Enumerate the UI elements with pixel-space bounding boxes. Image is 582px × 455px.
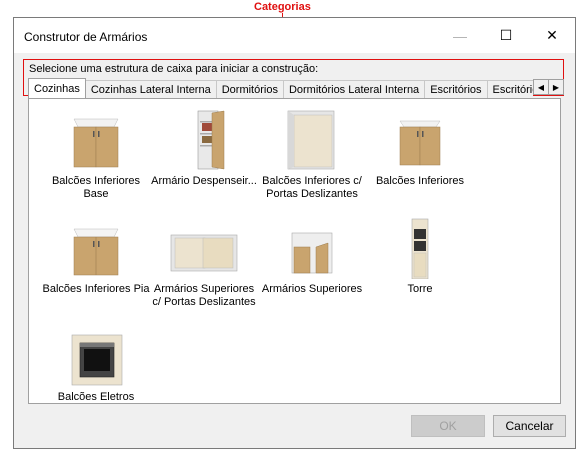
window-title: Construtor de Armários [24,30,148,44]
gallery-item-balcoes-inferiores[interactable]: Balcões Inferiores [365,109,475,188]
gallery-item-torre[interactable]: Torre [365,217,475,296]
item-label: Balcões Eletros [57,391,135,403]
upper-cabinet-icon [282,217,342,279]
item-label: Armário Despenseir... [151,175,257,187]
gallery-item-balcoes-inferiores-portas-deslizantes[interactable]: Balcões Inferiores c/ Portas Deslizantes [257,109,367,201]
sliding-door-cabinet-icon [282,109,342,171]
appliance-cabinet-icon [66,325,126,387]
close-button[interactable]: ✕ [529,18,575,53]
pantry-cabinet-icon [174,109,234,171]
lower-cabinet-icon [390,109,450,171]
item-label: Balcões Inferiores c/ Portas Deslizantes [262,175,362,200]
title-bar: Construtor de Armários — ☐ ✕ [14,18,575,53]
gallery-item-balcoes-eletros[interactable]: Balcões Eletros [41,325,151,404]
tab-cozinhas-lateral-interna[interactable]: Cozinhas Lateral Interna [84,80,217,98]
minimize-button[interactable]: — [437,18,483,53]
tab-dormitorios-lateral-interna[interactable]: Dormitórios Lateral Interna [282,80,426,98]
base-cabinet-icon [66,109,126,171]
item-label: Armários Superiores [261,283,363,295]
ok-button[interactable]: OK [411,415,485,437]
item-label: Balcões Inferiores [375,175,465,187]
tab-dormitorios[interactable]: Dormitórios [215,80,284,98]
cancel-button[interactable]: Cancelar [493,415,566,437]
item-label: Balcões Inferiores Pia [42,283,150,295]
cabinet-builder-dialog: Construtor de Armários — ☐ ✕ Selecione u… [13,17,576,449]
gallery-item-armarios-superiores[interactable]: Armários Superiores [257,217,367,296]
tab-escritorios[interactable]: Escritórios [424,80,488,98]
tab-cozinhas[interactable]: Cozinhas [28,78,86,98]
tab-scroll-buttons: ◀ ▶ [533,79,564,95]
upper-sliding-cabinet-icon [169,217,239,279]
item-label: Torre [407,283,433,295]
gallery-item-balcoes-inferiores-base[interactable]: Balcões Inferiores Base [41,109,151,201]
cabinet-gallery: Balcões Inferiores Base Armário Despense… [28,98,561,404]
tower-cabinet-icon [390,217,450,280]
maximize-button[interactable]: ☐ [483,18,529,53]
categories-annotation: Categorias [254,1,311,13]
category-tabs: Cozinhas Cozinhas Lateral Interna Dormitór… [28,78,533,98]
instruction-text: Selecione uma estrutura de caixa para in… [29,63,319,75]
gallery-item-armario-despenseiro[interactable]: Armário Despenseir... [149,109,259,188]
tab-scroll-right-button[interactable]: ▶ [548,79,564,95]
gallery-item-balcoes-inferiores-pia[interactable]: Balcões Inferiores Pia [41,217,151,296]
tab-escritorios-lateral[interactable]: Escritórios L [486,80,533,98]
gallery-item-armarios-superiores-portas-deslizantes[interactable]: Armários Superiores c/ Portas Deslizante… [149,217,259,309]
sink-cabinet-icon [66,217,126,279]
tab-scroll-left-button[interactable]: ◀ [533,79,549,95]
item-label: Balcões Inferiores Base [51,175,141,200]
item-label: Armários Superiores c/ Portas Deslizante… [152,283,256,308]
